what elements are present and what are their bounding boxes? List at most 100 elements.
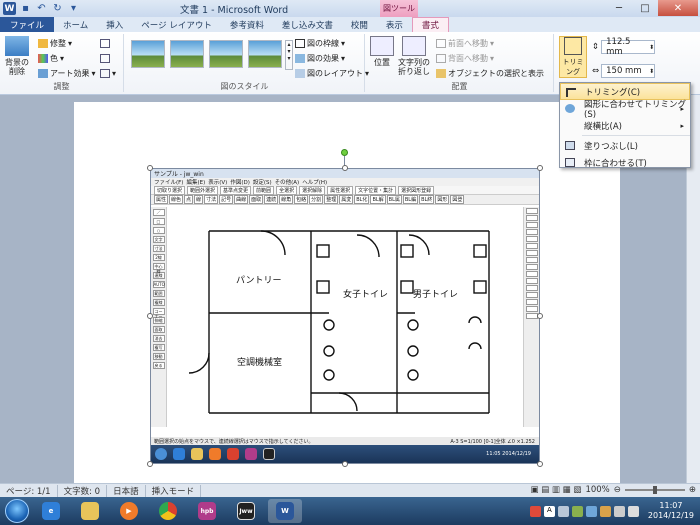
taskbar-clock[interactable]: 11:07 2014/12/19	[648, 501, 694, 521]
embedded-picture[interactable]: サンプル - jw_win ファイル(F) 編集(E) 表示(V) 作図(D) …	[150, 168, 540, 464]
minimize-button[interactable]: ─	[606, 0, 632, 16]
send-backward-button[interactable]: 背面へ移動 ▾	[436, 53, 494, 64]
folder-icon	[191, 448, 203, 460]
embedded-toolbar: 切取り選択 範囲外選択 基準点変更 前範囲 全選択 選択解除 属性選択 文字位置…	[151, 185, 539, 195]
change-picture-icon[interactable]	[100, 53, 110, 64]
picture-layout-button[interactable]: 図のレイアウト ▾	[295, 68, 369, 79]
embedded-status-bar: 範囲選択の始点をマウスで、連続線選択はマウスで指示してください。 A-3 S=1…	[151, 437, 539, 445]
resize-handle[interactable]	[537, 461, 543, 467]
taskbar-hpb[interactable]: hpb	[190, 499, 224, 523]
menu-item-fit[interactable]: 枠に合わせる(T)	[560, 154, 690, 171]
picture-effects-button[interactable]: 図の効果 ▾	[295, 53, 345, 64]
close-button[interactable]: ✕	[658, 0, 698, 16]
view-mode-icons[interactable]: ▣ ▤ ▥ ▦ ▧	[530, 485, 581, 495]
menu-item-fill[interactable]: 塗りつぶし(L)	[560, 137, 690, 154]
crop-button[interactable]: トリミング	[559, 36, 587, 78]
rotation-handle[interactable]	[341, 149, 348, 156]
tab-mailings[interactable]: 差し込み文書	[273, 17, 342, 32]
taskbar-ie[interactable]: e	[34, 499, 68, 523]
ribbon-tabs: ファイル ホーム 挿入 ページ レイアウト 参考資料 差し込み文書 校閲 表示 …	[0, 17, 700, 32]
picture-style-thumb[interactable]	[209, 40, 243, 68]
picture-style-thumb[interactable]	[131, 40, 165, 68]
language-indicator[interactable]: 日本語	[107, 484, 146, 497]
folder-icon	[81, 502, 99, 520]
page-count[interactable]: ページ: 1/1	[0, 484, 58, 497]
tab-references[interactable]: 参考資料	[221, 17, 273, 32]
styles-gallery-scroll[interactable]: ▴ ▾ ▾	[285, 40, 293, 70]
picture-border-button[interactable]: 図の枠線 ▾	[295, 38, 345, 49]
corrections-icon	[38, 39, 48, 48]
menu-item-aspect-ratio[interactable]: 縦横比(A) ▸	[560, 117, 690, 134]
width-icon: ⇔	[592, 66, 600, 76]
resize-handle[interactable]	[537, 165, 543, 171]
tool-button: 複線	[152, 299, 165, 306]
crop-icon	[564, 37, 582, 55]
resize-handle[interactable]	[342, 165, 348, 171]
send-backward-icon	[436, 54, 446, 63]
artistic-effects-icon	[38, 69, 48, 78]
resize-handle[interactable]	[342, 461, 348, 467]
network-icon[interactable]	[613, 505, 625, 517]
layer-button	[525, 264, 538, 270]
resize-handle[interactable]	[147, 313, 153, 319]
tab-insert[interactable]: 挿入	[97, 17, 132, 32]
tab-view[interactable]: 表示	[377, 17, 412, 32]
group-arrange-label: 配置	[451, 82, 468, 91]
zoom-level[interactable]: 100%	[585, 485, 609, 495]
volume-icon[interactable]	[627, 505, 639, 517]
group-styles-label: 図のスタイル	[220, 82, 269, 91]
maximize-button[interactable]: □	[632, 0, 658, 16]
compress-pictures-icon[interactable]	[100, 38, 110, 49]
taskbar-media[interactable]: ▶	[112, 499, 146, 523]
tool-button: ○	[152, 227, 165, 234]
tool-button: 複写	[152, 344, 165, 351]
tab-file[interactable]: ファイル	[0, 17, 55, 32]
tray-icon[interactable]	[529, 505, 541, 517]
layer-button	[525, 236, 538, 242]
tray-icon[interactable]	[557, 505, 569, 517]
start-button[interactable]	[5, 499, 29, 523]
tray-icon[interactable]	[571, 505, 583, 517]
tray-icon[interactable]	[599, 505, 611, 517]
tray-icon[interactable]	[585, 505, 597, 517]
menu-item-crop-to-shape[interactable]: 図形に合わせてトリミング(S) ▸	[560, 100, 690, 120]
hpb-icon: hpb	[198, 502, 216, 520]
height-spinner[interactable]: ⇕ 112.5 mm ⬍	[592, 37, 656, 57]
ime-icon[interactable]: A	[543, 505, 555, 517]
picture-style-thumb[interactable]	[170, 40, 204, 68]
qat-customize-icon[interactable]: ▾	[67, 2, 80, 15]
undo-icon[interactable]: ↶	[35, 2, 48, 15]
bring-forward-button[interactable]: 前面へ移動 ▾	[436, 38, 494, 49]
resize-handle[interactable]	[147, 165, 153, 171]
selection-pane-button[interactable]: オブジェクトの選択と表示	[436, 68, 544, 79]
word-logo-icon[interactable]: W	[3, 2, 16, 15]
corrections-button[interactable]: 修整 ▾	[38, 38, 72, 49]
wrap-text-button[interactable]: 文字列の折り返し	[396, 36, 432, 76]
tab-home[interactable]: ホーム	[54, 17, 97, 32]
taskbar-explorer[interactable]	[73, 499, 107, 523]
resize-handle[interactable]	[147, 461, 153, 467]
insert-mode[interactable]: 挿入モード	[146, 484, 202, 497]
width-spinner[interactable]: ⇔ 150 mm ⬍	[592, 64, 656, 78]
zoom-in-icon[interactable]: ⊕	[689, 485, 696, 495]
color-button[interactable]: 色 ▾	[38, 53, 64, 64]
remove-background-button[interactable]: 背景の削除	[2, 36, 32, 76]
reset-picture-icon[interactable]: ▾	[100, 68, 116, 79]
zoom-out-icon[interactable]: ⊖	[614, 485, 621, 495]
resize-handle[interactable]	[537, 313, 543, 319]
taskbar-word[interactable]: W	[268, 499, 302, 523]
word-count[interactable]: 文字数: 0	[58, 484, 108, 497]
system-tray: A 11:07 2014/12/19	[529, 497, 694, 525]
taskbar-chrome[interactable]	[151, 499, 185, 523]
tab-page-layout[interactable]: ページ レイアウト	[132, 17, 221, 32]
taskbar-jww[interactable]: Jww	[229, 499, 263, 523]
tab-format[interactable]: 書式	[411, 17, 449, 32]
save-icon[interactable]: ▪	[19, 2, 32, 15]
picture-style-thumb[interactable]	[248, 40, 282, 68]
artistic-effects-button[interactable]: アート効果 ▾	[38, 68, 96, 79]
position-button[interactable]: 位置	[368, 36, 396, 67]
tab-review[interactable]: 校閲	[342, 17, 377, 32]
embedded-left-tools: ／ □ ○ 文字 寸法 2線 中心線 連線 AUTO 範囲 複線 コーナー 伸縮…	[151, 207, 167, 427]
redo-icon[interactable]: ↻	[51, 2, 64, 15]
zoom-slider[interactable]	[624, 486, 685, 494]
